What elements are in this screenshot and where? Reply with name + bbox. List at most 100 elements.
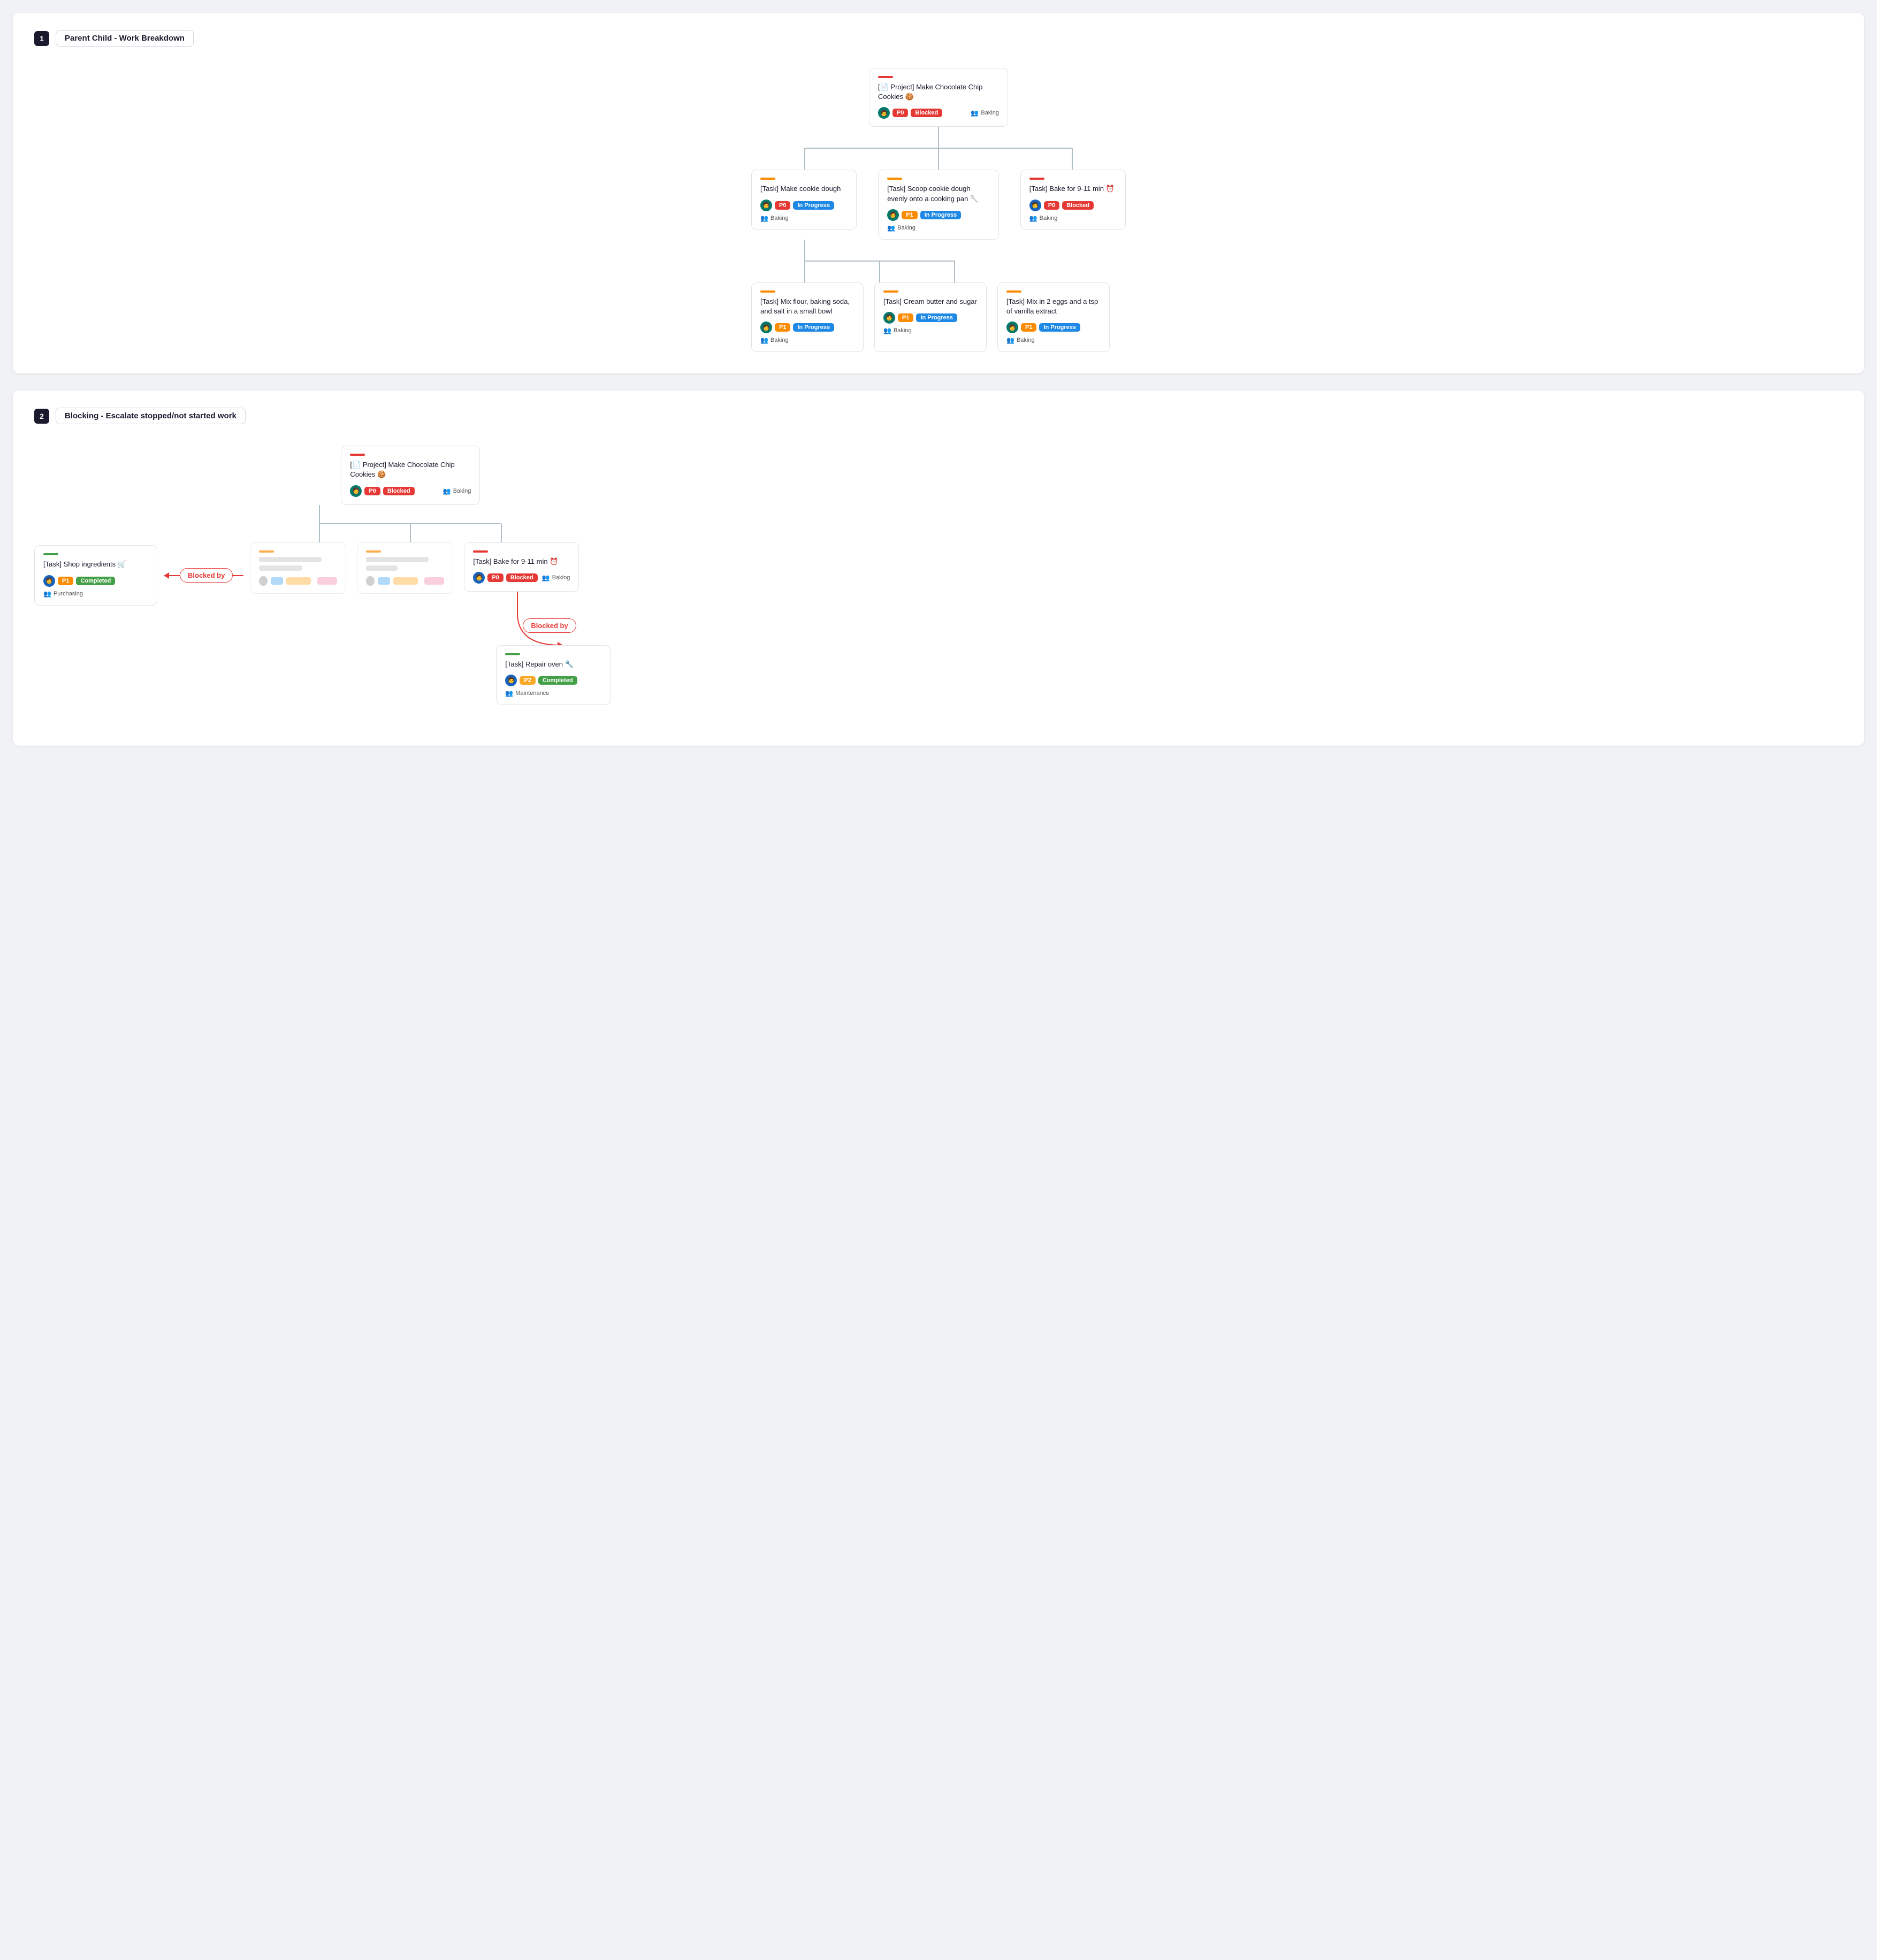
section-1: 1 Parent Child - Work Breakdown [📄 Proje…	[13, 13, 1864, 373]
s2-blur2-badge1	[378, 577, 391, 585]
s2-blur1-dot	[259, 576, 267, 586]
s2-bake-footer: 🧑 P0 Blocked 👥 Baking	[473, 572, 570, 584]
s2-shop-avatar: 🧑	[43, 575, 55, 587]
s2-blur1-badge1	[271, 577, 284, 585]
s1-c23-left: 🧑 P0 Blocked	[1029, 200, 1094, 211]
s2-repair-card[interactable]: [Task] Repair oven 🔧 🧑 P2 Completed 👥	[496, 645, 611, 705]
s2-project-status: Blocked	[383, 487, 415, 495]
s1-connector2-svg	[751, 240, 1126, 282]
s2-repair-team: 👥 Maintenance	[505, 690, 549, 697]
s1-c22-footer: 🧑 P1 In Progress 👥 Baking	[887, 209, 989, 232]
s1-level3-row: [Task] Mix flour, baking soda, and salt …	[751, 282, 1126, 352]
s2-project-accent	[350, 454, 365, 456]
root-team: 👥 Baking	[971, 109, 999, 117]
s1-c22-accent	[887, 178, 902, 180]
s2-blocked-by-right: Blocked by	[523, 618, 576, 633]
s2-blur2-footer	[366, 576, 444, 586]
s2-repair-left: 🧑 P2 Completed	[505, 675, 577, 686]
root-card[interactable]: [📄 Project] Make Chocolate Chip Cookies …	[869, 68, 1008, 127]
s2-bake-title: [Task] Bake for 9-11 min ⏰	[473, 557, 570, 566]
s2-bake-priority: P0	[487, 573, 503, 582]
s2-project-card[interactable]: [📄 Project] Make Chocolate Chip Cookies …	[341, 446, 480, 504]
s2-blurred-card-1	[250, 542, 346, 594]
s2-repair-section: Blocked by [Task] Repair oven 🔧 🧑 P	[464, 592, 614, 705]
s1-c22-team: 👥 Baking	[887, 224, 915, 232]
s2-blocked-by-right-label: Blocked by	[523, 618, 576, 633]
s2-blur1-line1	[259, 557, 322, 562]
team-icon: 👥	[971, 109, 979, 117]
s2-bake-left: 🧑 P0 Blocked	[473, 572, 537, 584]
s2-project-team: 👥 Baking	[443, 487, 471, 495]
s2-repair-footer: 🧑 P2 Completed 👥 Maintenance	[505, 675, 602, 697]
s1-c23-status: Blocked	[1062, 201, 1094, 210]
root-left-meta: 🧑 P0 Blocked	[878, 107, 942, 119]
s2-shop-status: Completed	[76, 577, 115, 585]
s2-arrowhead	[164, 572, 169, 579]
s1-c31-priority: P1	[775, 323, 790, 332]
s2-bake-card[interactable]: [Task] Bake for 9-11 min ⏰ 🧑 P0 Blocked …	[464, 542, 579, 592]
s1-card3-1[interactable]: [Task] Mix flour, baking soda, and salt …	[751, 282, 864, 352]
s1-card3-2[interactable]: [Task] Cream butter and sugar 🧑 P1 In Pr…	[874, 282, 987, 352]
s2-blur2-line1	[366, 557, 429, 562]
s1-c23-team: 👥 Baking	[1029, 215, 1058, 222]
section-1-title: Parent Child - Work Breakdown	[56, 30, 194, 47]
root-priority: P0	[892, 109, 908, 117]
s2-project-title: [📄 Project] Make Chocolate Chip Cookies …	[350, 460, 471, 479]
s2-blur2-badge3	[424, 577, 444, 585]
s2-blocked-by-label: Blocked by	[180, 568, 233, 583]
s1-c31-footer: 🧑 P1 In Progress 👥 Baking	[760, 321, 854, 344]
s1-c21-priority: P0	[775, 201, 790, 210]
s2-blocking-row: [Task] Shop ingredients 🛒 🧑 P1 Completed…	[34, 446, 1843, 705]
s1-c23-avatar: 🧑	[1029, 200, 1041, 211]
s2-repair-card-wrap: [Task] Repair oven 🔧 🧑 P2 Completed 👥	[496, 645, 614, 705]
s2-blur1-accent	[259, 550, 274, 553]
s1-c21-left: 🧑 P0 In Progress	[760, 200, 834, 211]
s2-blur1-footer	[259, 576, 337, 586]
section-1-number: 1	[34, 31, 49, 46]
s1-card2-1-wrap: [Task] Make cookie dough 🧑 P0 In Progres…	[751, 170, 857, 239]
section-2-number: 2	[34, 409, 49, 424]
s1-c33-title: [Task] Mix in 2 eggs and a tsp of vanill…	[1006, 297, 1101, 316]
s1-c32-footer: 🧑 P1 In Progress 👥 Baking	[883, 312, 978, 334]
root-title: [📄 Project] Make Chocolate Chip Cookies …	[878, 82, 999, 102]
section-2-title: Blocking - Escalate stopped/not started …	[56, 408, 246, 424]
s1-card2-2-wrap: [Task] Scoop cookie dough evenly onto a …	[878, 170, 998, 239]
s1-c21-accent	[760, 178, 775, 180]
root-accent	[878, 76, 893, 78]
root-team-label: Baking	[981, 110, 999, 116]
s2-shop-card[interactable]: [Task] Shop ingredients 🛒 🧑 P1 Completed…	[34, 545, 157, 605]
s1-card3-3[interactable]: [Task] Mix in 2 eggs and a tsp of vanill…	[997, 282, 1110, 352]
section-2-header: 2 Blocking - Escalate stopped/not starte…	[34, 408, 1843, 424]
s2-bake-col: [Task] Bake for 9-11 min ⏰ 🧑 P0 Blocked …	[464, 542, 614, 705]
s1-c21-title: [Task] Make cookie dough	[760, 184, 848, 194]
s2-level2-row: [Task] Bake for 9-11 min ⏰ 🧑 P0 Blocked …	[250, 542, 571, 705]
s2-connector-svg	[250, 505, 571, 542]
s1-c33-footer: 🧑 P1 In Progress 👥 Baking	[1006, 321, 1101, 344]
s1-c33-status: In Progress	[1039, 323, 1080, 332]
s1-c32-priority: P1	[898, 313, 913, 322]
s1-c32-status: In Progress	[916, 313, 957, 322]
s2-project-left: 🧑 P0 Blocked	[350, 485, 414, 497]
s2-repair-accent	[505, 653, 520, 655]
s2-shop-footer: 🧑 P1 Completed 👥 Purchasing	[43, 575, 148, 598]
s2-blur1-line2	[259, 565, 302, 571]
s2-bake-avatar: 🧑	[473, 572, 485, 584]
s2-shop-title: [Task] Shop ingredients 🛒	[43, 560, 148, 569]
s1-c33-priority: P1	[1021, 323, 1036, 332]
s1-card2-1[interactable]: [Task] Make cookie dough 🧑 P0 In Progres…	[751, 170, 857, 229]
s1-card2-3[interactable]: [Task] Bake for 9-11 min ⏰ 🧑 P0 Blocked …	[1020, 170, 1126, 229]
s1-c22-title: [Task] Scoop cookie dough evenly onto a …	[887, 184, 989, 203]
s2-project-avatar: 🧑	[350, 485, 362, 497]
s2-repair-status: Completed	[538, 676, 577, 685]
s2-project-priority: P0	[364, 487, 380, 495]
s1-c33-avatar: 🧑	[1006, 321, 1018, 333]
s1-card2-2[interactable]: [Task] Scoop cookie dough evenly onto a …	[878, 170, 998, 239]
s1-c32-title: [Task] Cream butter and sugar	[883, 297, 978, 307]
s2-bake-status: Blocked	[506, 573, 538, 582]
s2-project-footer: 🧑 P0 Blocked 👥 Baking	[350, 485, 471, 497]
s1-c23-accent	[1029, 178, 1044, 180]
s2-blur2-badge2	[393, 577, 418, 585]
s1-c23-priority: P0	[1044, 201, 1059, 210]
s1-c21-status: In Progress	[793, 201, 834, 210]
s1-c31-avatar: 🧑	[760, 321, 772, 333]
